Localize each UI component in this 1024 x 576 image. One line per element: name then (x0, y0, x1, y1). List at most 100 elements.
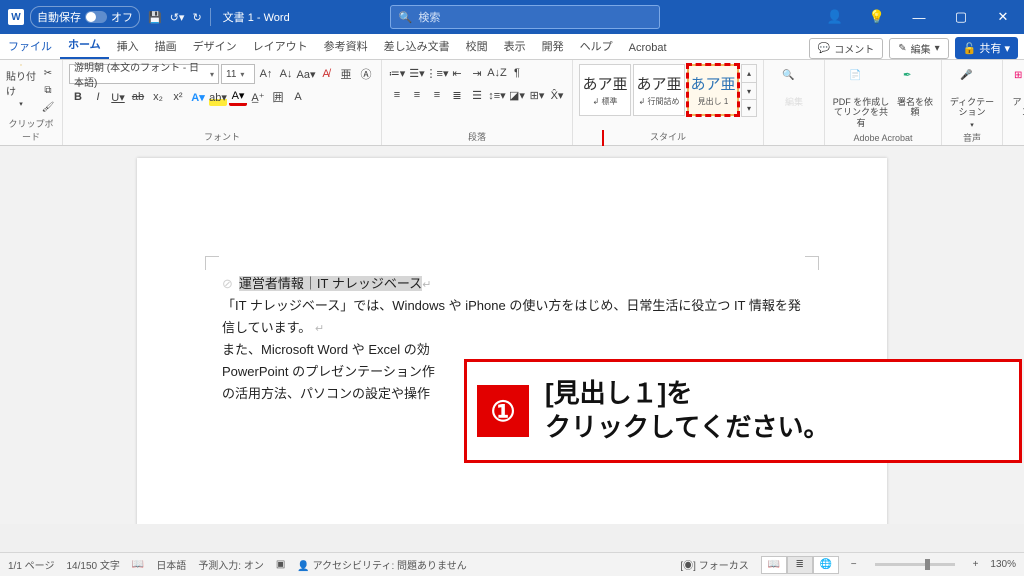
tab-design[interactable]: デザイン (185, 33, 245, 59)
shading-icon[interactable]: ◪▾ (508, 86, 526, 104)
bullets-icon[interactable]: ≔▾ (388, 64, 406, 82)
minimize-button[interactable]: — (898, 0, 940, 34)
undo-icon[interactable]: ↺▾ (170, 11, 185, 24)
paste-button[interactable]: 貼り付け▾ (6, 64, 36, 108)
tab-mailings[interactable]: 差し込み文書 (376, 33, 458, 59)
strike-icon[interactable]: ab (129, 88, 147, 106)
clear-format-icon[interactable]: A̸ (317, 65, 335, 83)
change-case-icon[interactable]: Aa▾ (297, 65, 315, 83)
tab-references[interactable]: 参考資料 (316, 33, 376, 59)
redo-icon[interactable]: ↻ (192, 11, 201, 24)
word-app-icon: W (8, 9, 24, 25)
justify-icon[interactable]: ≣ (448, 86, 466, 104)
body-paragraph-1[interactable]: 「IT ナレッジベース」では、Windows や iPhone の使い方をはじめ… (222, 295, 802, 339)
status-spellcheck-icon[interactable]: 📖 (132, 559, 144, 570)
show-marks-icon[interactable]: ¶ (508, 64, 526, 82)
tab-draw[interactable]: 描画 (147, 33, 185, 59)
numbering-icon[interactable]: ☰▾ (408, 64, 426, 82)
subscript-icon[interactable]: x₂ (149, 88, 167, 106)
group-font: フォント (69, 128, 375, 143)
comments-button[interactable]: 💬コメント (809, 38, 883, 59)
kinsoku-icon[interactable]: X̂▾ (548, 86, 566, 104)
distributed-icon[interactable]: ☰ (468, 86, 486, 104)
tab-insert[interactable]: 挿入 (109, 33, 147, 59)
tab-home[interactable]: ホーム (60, 31, 109, 59)
copy-icon[interactable]: ⧉ (40, 83, 56, 97)
bold-icon[interactable]: B (69, 88, 87, 106)
tab-layout[interactable]: レイアウト (245, 33, 316, 59)
account-icon[interactable]: 👤 (814, 0, 856, 34)
tab-help[interactable]: ヘルプ (572, 33, 621, 59)
autosave-toggle[interactable]: 自動保存 オフ (30, 6, 140, 28)
focus-mode-button[interactable]: [◉] フォーカス (680, 557, 748, 572)
superscript-icon[interactable]: x² (169, 88, 187, 106)
search-input[interactable]: 🔍 検索 (390, 5, 660, 29)
status-word-count[interactable]: 14/150 文字 (66, 557, 119, 572)
outdent-icon[interactable]: ⇤ (448, 64, 466, 82)
find-button[interactable]: 🔍編集 (770, 64, 818, 107)
shrink-font-icon[interactable]: A↓ (277, 65, 295, 83)
tab-file[interactable]: ファイル (0, 33, 60, 59)
view-print-icon[interactable]: ≣ (787, 556, 813, 574)
zoom-slider[interactable] (875, 563, 955, 566)
text-effects-icon[interactable]: A▾ (189, 88, 207, 106)
indent-icon[interactable]: ⇥ (468, 64, 486, 82)
zoom-out-button[interactable]: − (851, 559, 857, 570)
status-macro-icon[interactable]: ▣ (276, 559, 285, 570)
phonetic-guide-icon[interactable]: 亜 (337, 65, 355, 83)
align-right-icon[interactable]: ≡ (428, 86, 446, 104)
comment-icon: 💬 (818, 43, 830, 54)
status-accessibility[interactable]: 👤 アクセシビリティ: 問題ありません (297, 557, 466, 572)
format-painter-icon[interactable]: 🖌 (40, 100, 56, 114)
styles-more-button[interactable]: ▴ ▾ ▾ (741, 64, 757, 117)
font-name-combo[interactable]: 游明朝 (本文のフォント - 日本語)▾ (69, 64, 219, 84)
zoom-level[interactable]: 130% (990, 559, 1016, 570)
char-width-icon[interactable]: A̲⁺ (249, 88, 267, 106)
create-pdf-button[interactable]: 📄PDF を作成してリンクを共有 (831, 64, 891, 128)
maximize-button[interactable]: ▢ (940, 0, 982, 34)
grow-font-icon[interactable]: A↑ (257, 65, 275, 83)
request-sign-button[interactable]: ✒署名を依頼 (895, 64, 935, 118)
close-button[interactable]: ✕ (982, 0, 1024, 34)
multilevel-icon[interactable]: ⋮≡▾ (428, 64, 446, 82)
addin-button[interactable]: ⊞アドイン (1009, 64, 1024, 118)
style-no-spacing[interactable]: あア亜↲ 行間詰め (633, 64, 685, 116)
line-spacing-icon[interactable]: ↕≡▾ (488, 86, 506, 104)
save-icon[interactable]: 💾 (148, 11, 162, 24)
status-predictive[interactable]: 予測入力: オン (198, 557, 264, 572)
document-page[interactable]: ⊘運営者情報｜IT ナレッジベース↵ 「IT ナレッジベース」では、Window… (137, 158, 887, 524)
dictation-button[interactable]: 🎤ディクテーション▾ (948, 64, 996, 129)
help-tips-icon[interactable]: 💡 (856, 0, 898, 34)
font-color-icon[interactable]: A▾ (229, 88, 247, 106)
tab-view[interactable]: 表示 (496, 33, 534, 59)
editing-mode-button[interactable]: ✎編集 ▾ (889, 38, 948, 59)
search-placeholder: 検索 (418, 9, 440, 25)
status-language[interactable]: 日本語 (156, 557, 186, 572)
tab-developer[interactable]: 開発 (534, 33, 572, 59)
style-standard[interactable]: あア亜↲ 標準 (579, 64, 631, 116)
style-heading-1[interactable]: あア亜見出し 1 (687, 64, 739, 116)
tab-acrobat[interactable]: Acrobat (621, 37, 675, 59)
char-border-icon[interactable]: 囲 (269, 88, 287, 106)
underline-icon[interactable]: U▾ (109, 88, 127, 106)
cut-icon[interactable]: ✂ (40, 66, 56, 80)
align-center-icon[interactable]: ≡ (408, 86, 426, 104)
group-addin: アドイン (1009, 128, 1024, 143)
enclose-char-icon[interactable]: Ⓐ (357, 65, 375, 83)
tab-review[interactable]: 校閲 (458, 33, 496, 59)
align-left-icon[interactable]: ≡ (388, 86, 406, 104)
view-read-icon[interactable]: 📖 (761, 556, 787, 574)
borders-icon[interactable]: ⊞▾ (528, 86, 546, 104)
italic-icon[interactable]: I (89, 88, 107, 106)
group-voice: 音声 (948, 129, 996, 144)
selected-heading-text[interactable]: 運営者情報｜IT ナレッジベース (239, 276, 422, 291)
view-web-icon[interactable]: 🌐 (813, 556, 839, 574)
zoom-in-button[interactable]: + (973, 559, 979, 570)
share-button[interactable]: 🔓 共有 ▾ (955, 37, 1018, 59)
sort-icon[interactable]: A↓Z (488, 64, 506, 82)
font-size-combo[interactable]: 11▾ (221, 64, 255, 84)
highlight-icon[interactable]: ab▾ (209, 88, 227, 106)
char-shading-icon[interactable]: A (289, 88, 307, 106)
status-page[interactable]: 1/1 ページ (8, 557, 54, 572)
group-acrobat: Adobe Acrobat (831, 131, 935, 143)
